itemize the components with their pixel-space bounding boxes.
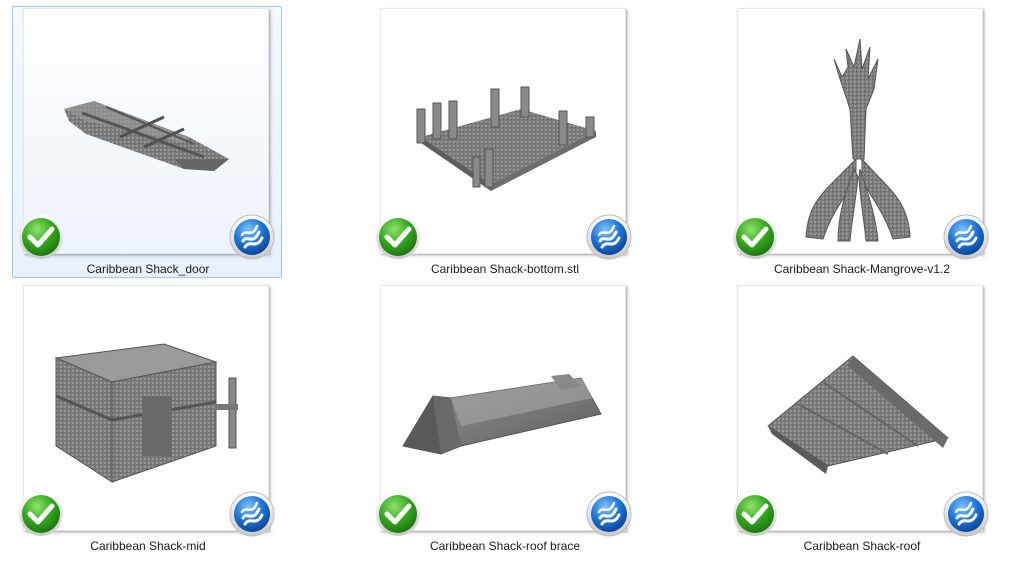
file-tile-bottom[interactable]: Caribbean Shack-bottom.stl xyxy=(369,6,639,278)
slicer-app-icon[interactable] xyxy=(229,491,275,537)
file-name-label: Caribbean Shack-Mangrove-v1.2 xyxy=(773,262,951,276)
slicer-app-icon[interactable] xyxy=(586,214,632,260)
file-tile-mid[interactable]: Caribbean Shack-mid xyxy=(12,283,282,555)
green-check-icon xyxy=(733,215,777,259)
file-name-label: Caribbean Shack-roof xyxy=(803,539,921,553)
green-check-icon xyxy=(19,492,63,536)
file-name-label: Caribbean Shack_door xyxy=(86,262,210,276)
green-check-icon xyxy=(376,215,420,259)
file-tile-mangrove[interactable]: Caribbean Shack-Mangrove-v1.2 xyxy=(726,6,996,278)
file-name-label: Caribbean Shack-bottom.stl xyxy=(430,262,580,276)
file-name-label: Caribbean Shack-mid xyxy=(90,539,206,553)
green-check-icon xyxy=(19,215,63,259)
file-name-label: Caribbean Shack-roof brace xyxy=(429,539,581,553)
green-check-icon xyxy=(376,492,420,536)
slicer-app-icon[interactable] xyxy=(586,491,632,537)
slicer-app-icon[interactable] xyxy=(943,491,989,537)
green-check-icon xyxy=(733,492,777,536)
file-tile-roof-brace[interactable]: Caribbean Shack-roof brace xyxy=(369,283,639,555)
file-tile-door[interactable]: Caribbean Shack_door xyxy=(12,6,282,278)
file-tile-roof[interactable]: Caribbean Shack-roof xyxy=(726,283,996,555)
slicer-app-icon[interactable] xyxy=(943,214,989,260)
slicer-app-icon[interactable] xyxy=(229,214,275,260)
